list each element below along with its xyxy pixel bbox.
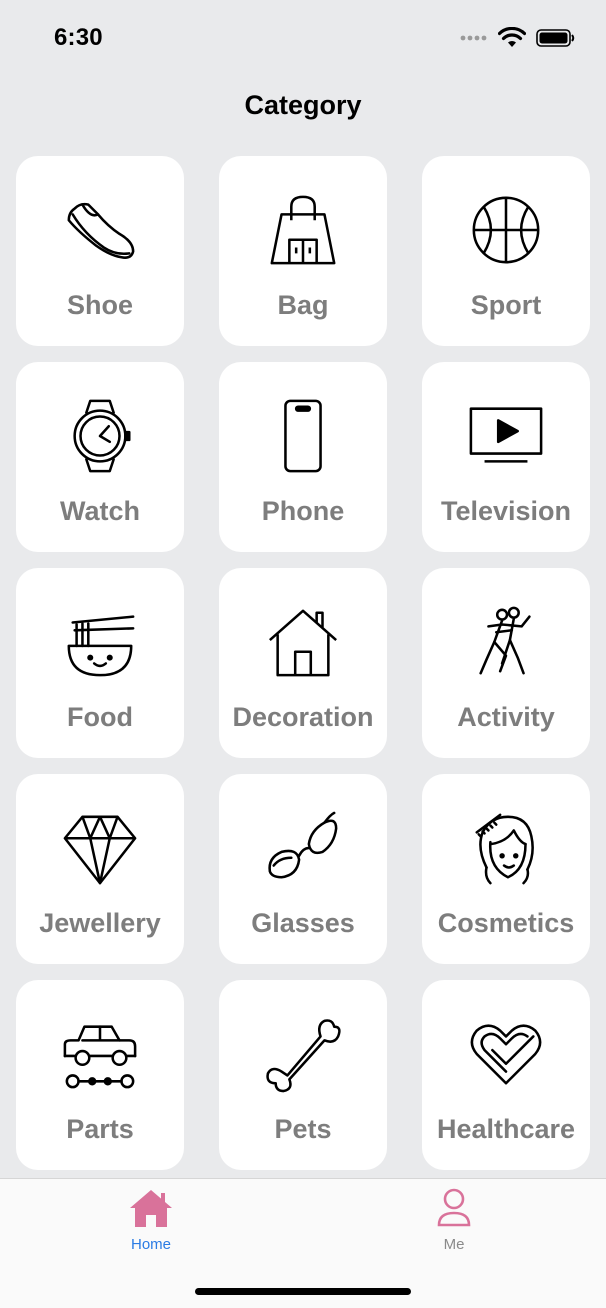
category-label: Food bbox=[67, 702, 133, 732]
category-card-healthcare[interactable]: Healthcare bbox=[422, 980, 590, 1170]
person-icon bbox=[431, 1187, 477, 1234]
status-bar: 6:30 bbox=[0, 0, 606, 80]
category-label: Decoration bbox=[232, 702, 374, 732]
home-icon bbox=[128, 1187, 174, 1234]
signal-dots-icon bbox=[460, 35, 487, 41]
tab-label: Home bbox=[130, 1236, 171, 1253]
tab-me[interactable]: Me bbox=[394, 1187, 514, 1257]
status-icons bbox=[460, 26, 576, 50]
category-card-television[interactable]: Television bbox=[422, 362, 590, 552]
category-card-glasses[interactable]: Glasses bbox=[219, 774, 387, 964]
category-label: Sport bbox=[470, 290, 542, 320]
category-card-activity[interactable]: Activity bbox=[422, 568, 590, 758]
battery-icon bbox=[536, 29, 575, 47]
watch-icon bbox=[60, 396, 140, 476]
category-card-bag[interactable]: Bag bbox=[219, 156, 387, 346]
category-card-cosmetics[interactable]: Cosmetics bbox=[422, 774, 590, 964]
category-label: Pets bbox=[274, 1114, 332, 1144]
category-card-watch[interactable]: Watch bbox=[16, 362, 184, 552]
bag-icon bbox=[263, 190, 343, 270]
page-title: Category bbox=[244, 90, 362, 120]
diamond-icon bbox=[60, 808, 140, 888]
shoe-icon bbox=[60, 190, 140, 270]
car-parts-icon bbox=[60, 1014, 140, 1094]
noodle-bowl-icon bbox=[60, 602, 140, 682]
category-card-phone[interactable]: Phone bbox=[219, 362, 387, 552]
tab-label: Me bbox=[443, 1236, 465, 1253]
glasses-icon bbox=[263, 808, 343, 888]
category-label: Television bbox=[440, 496, 572, 526]
category-label: Jewellery bbox=[39, 908, 161, 938]
category-card-sport[interactable]: Sport bbox=[422, 156, 590, 346]
category-label: Shoe bbox=[66, 290, 133, 320]
category-card-parts[interactable]: Parts bbox=[16, 980, 184, 1170]
category-card-decoration[interactable]: Decoration bbox=[219, 568, 387, 758]
bone-icon bbox=[263, 1014, 343, 1094]
dancing-icon bbox=[466, 602, 546, 682]
category-card-shoe[interactable]: Shoe bbox=[16, 156, 184, 346]
television-icon bbox=[466, 396, 546, 476]
category-label: Bag bbox=[277, 290, 329, 320]
heart-check-icon bbox=[466, 1014, 546, 1094]
status-time: 6:30 bbox=[54, 24, 103, 51]
category-card-pets[interactable]: Pets bbox=[219, 980, 387, 1170]
category-card-food[interactable]: Food bbox=[16, 568, 184, 758]
wifi-icon bbox=[498, 27, 526, 47]
hair-comb-icon bbox=[466, 808, 546, 888]
category-label: Cosmetics bbox=[437, 908, 575, 938]
category-label: Healthcare bbox=[436, 1114, 576, 1144]
home-indicator bbox=[195, 1288, 411, 1295]
tab-home[interactable]: Home bbox=[91, 1187, 211, 1257]
category-label: Activity bbox=[457, 702, 555, 732]
category-card-jewellery[interactable]: Jewellery bbox=[16, 774, 184, 964]
basketball-icon bbox=[466, 190, 546, 270]
category-label: Phone bbox=[261, 496, 345, 526]
category-label: Parts bbox=[66, 1114, 134, 1144]
phone-icon bbox=[263, 396, 343, 476]
house-icon bbox=[263, 602, 343, 682]
category-label: Watch bbox=[60, 496, 140, 526]
category-label: Glasses bbox=[251, 908, 355, 938]
category-grid: Shoe Bag Sport Watch Phone Television Fo… bbox=[16, 156, 590, 1170]
